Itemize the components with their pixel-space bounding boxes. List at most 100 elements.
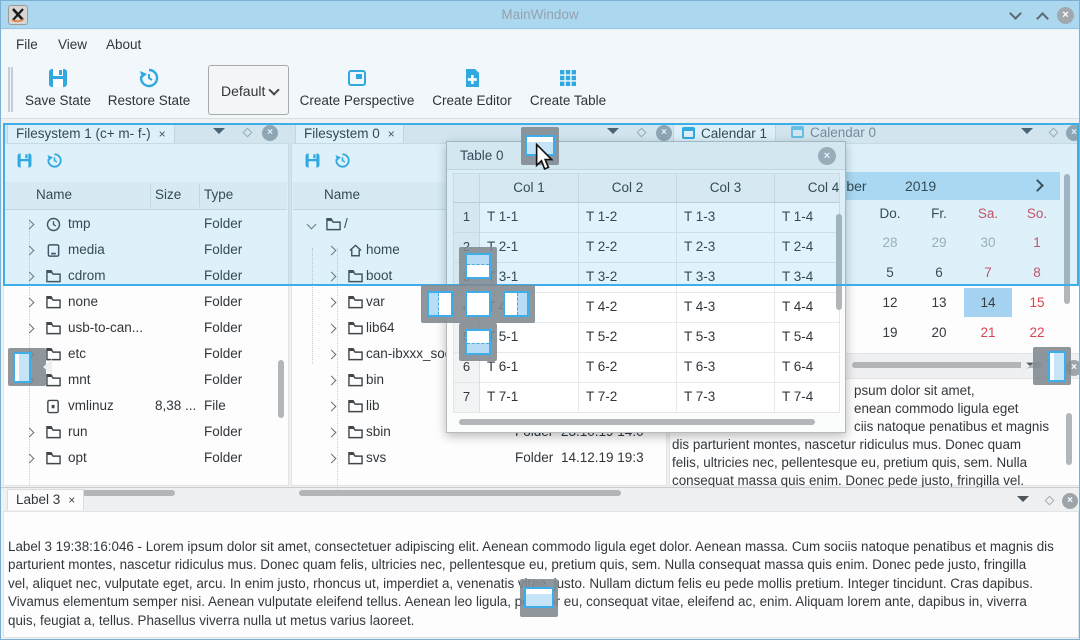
table-cell[interactable]: T 6-2 [579, 353, 677, 383]
tree-item-name: vmlinuz [68, 398, 114, 413]
restore-state-button[interactable]: Restore State [103, 67, 195, 108]
table-cell[interactable]: T 4-2 [579, 293, 677, 323]
expand-arrow-icon[interactable] [327, 298, 337, 308]
table-icon [557, 67, 579, 89]
lorem-line: psum dolor sit amet, [854, 383, 975, 398]
tab-label3-label: Label 3 [16, 492, 60, 507]
tree-row-opt[interactable]: optFolder [5, 446, 287, 472]
split-left-icon [427, 291, 453, 317]
file-icon [46, 399, 62, 415]
calendar-date[interactable]: 21 [964, 318, 1012, 347]
tree-item-type: Folder [515, 450, 553, 465]
tree-row-vmlinuz[interactable]: vmlinuz8,38 ...File [5, 394, 287, 420]
lorem-vscrollbar[interactable] [1066, 413, 1072, 465]
table-cell[interactable]: T 5-3 [677, 323, 775, 353]
table-cell[interactable]: T 5-2 [579, 323, 677, 353]
menu-file[interactable]: File [16, 37, 38, 52]
minimize-icon[interactable] [1009, 8, 1025, 24]
tree-row-none[interactable]: noneFolder [5, 290, 287, 316]
lorem-line: ciis natoque penatibus et magnis [854, 419, 1049, 434]
drop-indicator-area-center[interactable] [459, 285, 497, 323]
create-editor-button[interactable]: Create Editor [429, 67, 515, 108]
create-perspective-label: Create Perspective [300, 93, 415, 108]
drop-indicator-left[interactable] [8, 348, 46, 386]
drop-indicator-area-top[interactable] [459, 247, 497, 285]
save-state-button[interactable]: Save State [17, 67, 99, 108]
calendar-date[interactable]: 14 [964, 288, 1012, 317]
tab-close-icon[interactable]: × [68, 493, 75, 507]
table-cell[interactable]: T 4-3 [677, 293, 775, 323]
table-cell[interactable]: T 7-1 [480, 383, 579, 413]
expand-arrow-icon[interactable] [327, 376, 337, 386]
calendar-date[interactable]: 13 [915, 288, 963, 317]
editor-icon [461, 67, 483, 89]
table-row-header[interactable]: 7 [454, 383, 480, 413]
expand-arrow-icon[interactable] [327, 454, 337, 464]
menu-view[interactable]: View [58, 37, 87, 52]
table-cell[interactable]: T 7-3 [677, 383, 775, 413]
expand-arrow-icon[interactable] [327, 428, 337, 438]
fs1-vscrollbar[interactable] [278, 360, 284, 418]
drop-indicator-right[interactable] [1033, 347, 1071, 385]
calendar-date[interactable]: 19 [866, 318, 914, 347]
calendar-date[interactable]: 12 [866, 288, 914, 317]
tree-row-svs[interactable]: svsFolder14.12.19 19:3 [293, 446, 665, 472]
expand-arrow-icon[interactable] [327, 350, 337, 360]
save-icon [47, 67, 69, 89]
table0-hscrollbar[interactable] [459, 419, 815, 425]
main-window: MainWindow × File View About Save State … [0, 0, 1080, 640]
drop-indicator-bottom[interactable] [520, 579, 558, 617]
folder-icon [348, 425, 364, 441]
tree-item-name: run [68, 424, 88, 439]
tree-row-usb-to-can-[interactable]: usb-to-can...Folder [5, 316, 287, 342]
expand-arrow-icon[interactable] [327, 402, 337, 412]
toolbar-grip[interactable] [8, 67, 13, 112]
drop-indicator-area-right[interactable] [497, 285, 535, 323]
perspective-combobox[interactable]: Default [208, 65, 289, 115]
table-cell[interactable]: T 4-4 [775, 293, 840, 323]
expand-arrow-icon[interactable] [327, 324, 337, 334]
tab-label3[interactable]: Label 3 × [7, 489, 84, 510]
maximize-icon[interactable] [1036, 8, 1052, 24]
dock-menu-icon[interactable] [1017, 496, 1029, 508]
calendar-date[interactable]: 20 [915, 318, 963, 347]
save-state-label: Save State [25, 93, 91, 108]
table-cell[interactable]: T 7-4 [775, 383, 840, 413]
drop-indicator-area-left[interactable] [421, 285, 459, 323]
folder-icon [348, 399, 364, 415]
lorem-line: enean commodo ligula eget [854, 401, 1019, 416]
calendar-date[interactable]: 22 [1013, 318, 1061, 347]
create-table-button[interactable]: Create Table [525, 67, 611, 108]
folder-icon [46, 425, 62, 441]
calendar-date[interactable]: 15 [1013, 288, 1061, 317]
tree-item-type: Folder [204, 320, 242, 335]
dock-close-icon[interactable]: × [1062, 493, 1078, 509]
drop-hint-arrow [1021, 358, 1038, 374]
tree-item-name: svs [366, 450, 386, 465]
folder-icon [348, 451, 364, 467]
table-cell[interactable]: T 6-4 [775, 353, 840, 383]
table-cell[interactable]: T 6-3 [677, 353, 775, 383]
split-bottom-icon [465, 329, 491, 355]
tree-item-type: Folder [204, 346, 242, 361]
table-cell[interactable]: T 7-2 [579, 383, 677, 413]
folder-icon [46, 321, 62, 337]
folder-icon [348, 321, 364, 337]
tree-item-name: bin [366, 372, 384, 387]
dock-float-icon[interactable] [1045, 496, 1055, 506]
table-cell[interactable]: T 5-4 [775, 323, 840, 353]
create-editor-label: Create Editor [432, 93, 512, 108]
window-close-icon[interactable]: × [1057, 7, 1074, 24]
tree-item-type: Folder [204, 450, 242, 465]
tree-item-type: Folder [204, 294, 242, 309]
window-titlebar[interactable]: MainWindow × [1, 1, 1079, 29]
tree-item-type: Folder [204, 372, 242, 387]
dock-bottom-icon [524, 587, 554, 608]
drop-indicator-area-bottom[interactable] [459, 323, 497, 361]
create-perspective-button[interactable]: Create Perspective [297, 67, 417, 108]
perspective-combobox-value: Default [221, 83, 265, 99]
folder-icon [348, 295, 364, 311]
toolbar: Save State Restore State Default Create … [1, 61, 1079, 119]
tree-row-run[interactable]: runFolder [5, 420, 287, 446]
menu-about[interactable]: About [106, 37, 141, 52]
